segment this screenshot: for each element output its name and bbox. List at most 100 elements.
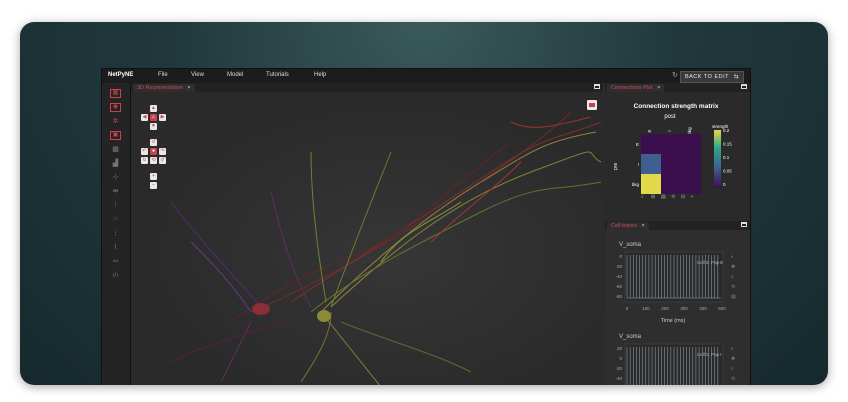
connection-matrix-chart: Connection strength matrix post E Ibkg E I… (613, 103, 732, 200)
network-3d-tool-icon[interactable]: ▦ (110, 89, 121, 98)
back-to-edit-label: BACK TO EDIT (684, 74, 729, 80)
cell-traces-panel: Cell traces × V_soma Cell 0, Pop E 0 -20 -… (605, 221, 750, 385)
matrix-cell (661, 154, 681, 174)
save-icon[interactable]: ▤ (731, 294, 736, 300)
connectivity-tool-icon[interactable]: ✲ (110, 117, 121, 126)
spike-tool-icon[interactable]: ⊹ (110, 173, 121, 182)
palette-icon[interactable]: ◐ (731, 254, 734, 260)
y-tick-label: 0 (619, 356, 622, 361)
close-icon[interactable]: × (657, 85, 660, 91)
menu-file[interactable]: File (158, 72, 168, 78)
matrix-cell (681, 174, 701, 194)
colorbar (714, 130, 721, 188)
matrix-title: Connection strength matrix (634, 103, 719, 110)
zoom-icon[interactable]: ⌕ (731, 366, 734, 372)
save-icon[interactable]: ▤ (661, 194, 666, 200)
pan-left-button[interactable]: ◀ (141, 114, 148, 121)
code-tool-icon[interactable]: ‹/› (110, 271, 121, 280)
move-icon[interactable]: ✥ (731, 264, 735, 270)
pan-icon[interactable]: ⊞ (651, 194, 655, 200)
maximize-icon[interactable] (741, 222, 747, 227)
redo-icon[interactable]: ↻ (672, 71, 678, 79)
pre-labels: E Ibkg (632, 142, 640, 187)
colorbar-tick-label: 0.2 (723, 128, 730, 133)
reset-icon[interactable]: ⟲ (731, 284, 736, 290)
cell-view-tool-icon[interactable]: ◉ (110, 103, 121, 112)
menu-view[interactable]: View (191, 72, 204, 78)
back-to-edit-button[interactable]: BACK TO EDIT ⇆ (680, 71, 744, 83)
tab-connections-plot[interactable]: Connections Plot × (607, 84, 665, 92)
reset-icon[interactable]: ⟲ (731, 376, 736, 382)
palette-icon[interactable]: ◐ (691, 194, 694, 200)
post-tick-label: bkg (687, 127, 692, 135)
menu-help[interactable]: Help (314, 72, 326, 78)
maximize-icon[interactable] (741, 84, 747, 89)
home-button[interactable]: ⌂ (150, 114, 157, 121)
palette-icon[interactable]: ◐ (731, 346, 734, 352)
zoom-out-button[interactable]: − (150, 182, 157, 189)
tab-3d-representation[interactable]: 3D Representation × (133, 84, 195, 92)
post-tick-label: E (647, 129, 652, 132)
colorbar-tick-label: 0.1 (723, 155, 730, 160)
colorbar-ticks: 0.2 0.15 0.1 0.05 0 (723, 128, 732, 187)
lfp-tool-icon[interactable]: ⋮ (110, 229, 121, 238)
rotate-left-button[interactable]: ↶ (141, 148, 148, 155)
x-tick-label: 0 (626, 306, 629, 311)
trace-tool-icon[interactable]: ⌇ (110, 243, 121, 252)
rate-tool-icon[interactable]: ⁙ (110, 215, 121, 224)
maximize-icon[interactable] (594, 84, 600, 89)
pan-up-button[interactable]: ▲ (150, 105, 157, 112)
pan-down-button[interactable]: ▼ (150, 123, 157, 130)
matrix-cell (681, 154, 701, 174)
plot-toolbar: ⌕ ⊞ ▤ ⟲ ⊟ ◐ (641, 194, 694, 200)
menu-tutorials[interactable]: Tutorials (266, 72, 289, 78)
voltage-traces-chart: V_soma Cell 0, Pop E 0 -20 -40 -60 -80 0 100 2… (615, 242, 736, 385)
camera-icon[interactable] (587, 100, 597, 110)
soma-e (252, 303, 270, 315)
zoom-icon[interactable]: ⌕ (641, 194, 644, 200)
y-tick-label: -80 (615, 294, 622, 299)
move-icon[interactable]: ✥ (731, 356, 735, 362)
rotate-cw-button[interactable]: ↻ (141, 157, 148, 164)
tab-connections-plot-label: Connections Plot (611, 85, 653, 91)
shuffle-tool-icon[interactable]: ⇹ (110, 187, 121, 196)
x-tick-label: 200 (661, 306, 669, 311)
x-tick-label: 100 (642, 306, 650, 311)
pan-right-button[interactable]: ▶ (159, 114, 166, 121)
export-icon[interactable]: ⊟ (681, 194, 685, 200)
matrix-tool-icon[interactable]: ▣ (110, 131, 121, 140)
close-icon[interactable]: × (642, 223, 645, 229)
zoom-icon[interactable]: ⌕ (731, 274, 734, 280)
matrix-cell (681, 134, 701, 154)
menu-bar: NetPyNE File View Model Tutorials Help ↻… (102, 69, 750, 83)
granger-tool-icon[interactable]: ∾ (110, 257, 121, 266)
raster-tool-icon[interactable]: ⁞ (110, 201, 121, 210)
trace2-y-ticks: 200-20-40-60 (615, 346, 623, 381)
rotate-ccw-button[interactable]: ↺ (159, 157, 166, 164)
y-tick-label: -20 (615, 264, 622, 269)
colorbar-tick-label: 0.15 (723, 142, 732, 147)
reset-icon[interactable]: ⟲ (671, 194, 676, 200)
y-tick-label: 20 (617, 346, 623, 351)
menu-model[interactable]: Model (227, 72, 243, 78)
trace1-y-ticks: 0 -20 -40 -60 -80 (615, 254, 622, 299)
rotate-up-button[interactable]: ↺ (150, 139, 157, 146)
close-icon[interactable]: × (187, 85, 190, 91)
y-tick-label: -20 (615, 366, 622, 371)
reset-rotation-button[interactable]: ⟲ (150, 157, 157, 164)
3d-canvas[interactable]: ▲ ◀ ⌂ ▶ ▼ ↺ ↶ ● ↷ ↻ ⟲ ↺ + − (131, 92, 603, 385)
matrix-cell (641, 174, 661, 194)
rotate-right-button[interactable]: ↷ (159, 148, 166, 155)
3d-representation-panel: 3D Representation × ▲ ◀ ⌂ ▶ ▼ ↺ ↶ ● ↷ ↻ … (131, 83, 603, 385)
main-tab-bar: 3D Representation × (131, 83, 603, 92)
y-tick-label: -60 (615, 284, 622, 289)
grid-tool-icon[interactable]: ▩ (110, 145, 121, 154)
histogram-tool-icon[interactable]: ▟ (110, 159, 121, 168)
colorbar-tick-label: 0 (723, 182, 726, 187)
tab-cell-traces[interactable]: Cell traces × (607, 222, 649, 230)
trace2-title: V_soma (619, 334, 642, 340)
x-tick-label: 300 (680, 306, 688, 311)
connections-tab-bar: Connections Plot × (605, 83, 750, 92)
video-button[interactable]: ● (150, 148, 157, 155)
zoom-in-button[interactable]: + (150, 173, 157, 180)
